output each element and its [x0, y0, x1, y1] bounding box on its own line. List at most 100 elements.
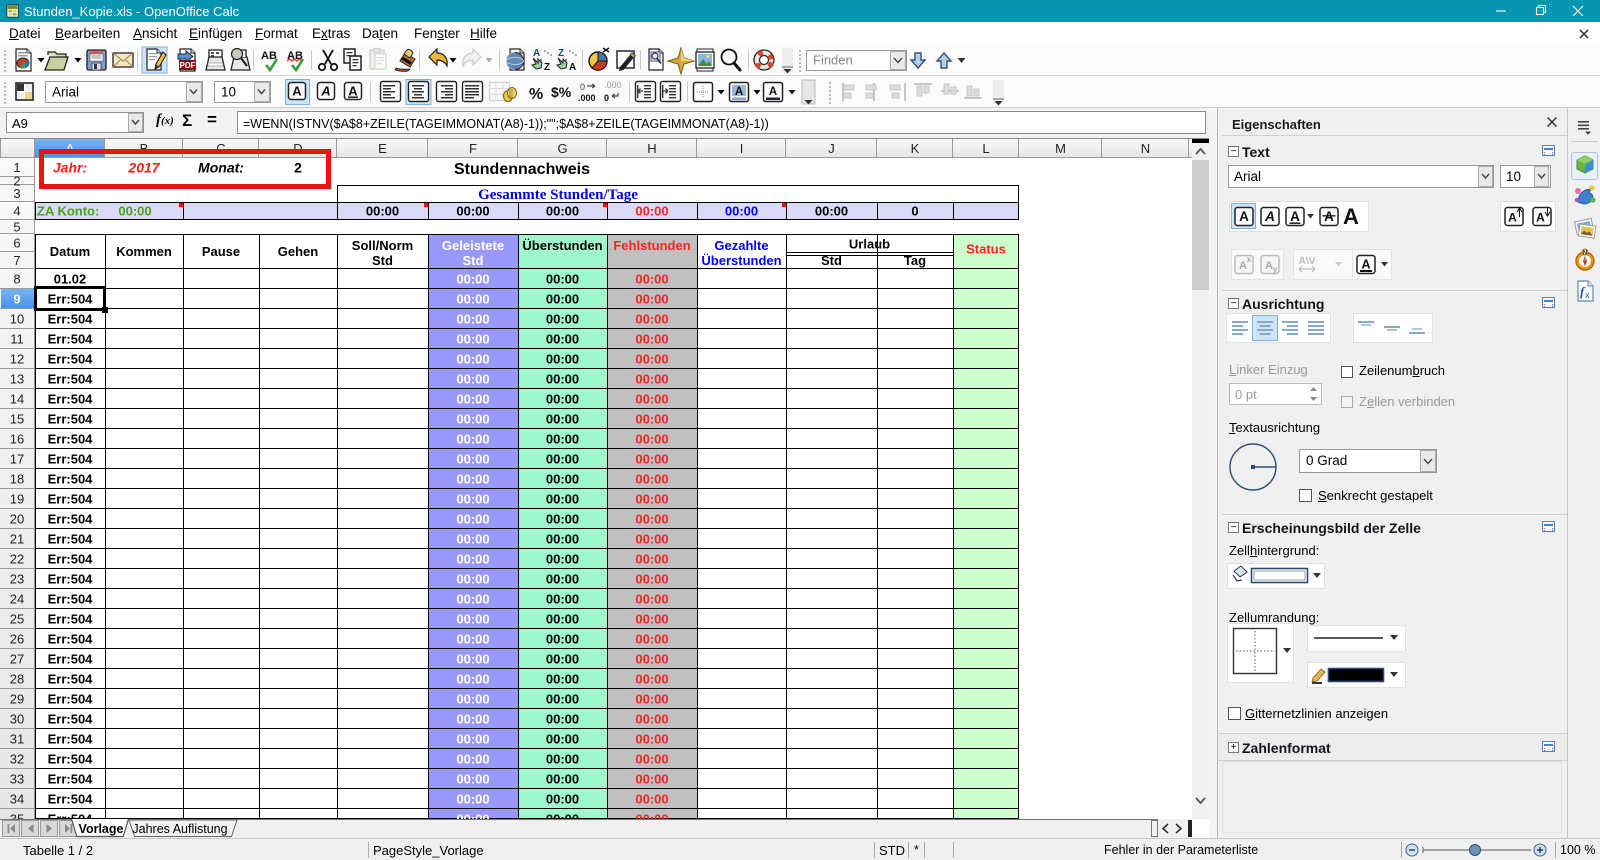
svg-text:00:00: 00:00 [456, 452, 489, 467]
svg-text:y: y [1273, 265, 1278, 274]
svg-text:Err:504: Err:504 [48, 412, 94, 427]
svg-text:Err:504: Err:504 [48, 632, 94, 647]
svg-text:00:00: 00:00 [546, 272, 579, 287]
svg-text:01.02: 01.02 [54, 272, 87, 287]
svg-text:Err:504: Err:504 [48, 392, 94, 407]
svg-text:Geleistete: Geleistete [442, 238, 504, 253]
svg-text:Std: Std [372, 253, 393, 268]
svg-text:26: 26 [10, 632, 24, 647]
svg-text:00:00: 00:00 [546, 532, 579, 547]
svg-text:00:00: 00:00 [546, 692, 579, 707]
svg-text:N: N [1583, 251, 1587, 257]
svg-text:A: A [292, 84, 302, 99]
svg-text:00:00: 00:00 [635, 612, 668, 627]
svg-text:00:00: 00:00 [546, 392, 579, 407]
svg-text:00:00: 00:00 [456, 352, 489, 367]
svg-text:x: x [1247, 255, 1252, 264]
svg-text:Z: Z [558, 48, 564, 59]
svg-text:00:00: 00:00 [546, 592, 579, 607]
svg-text:Err:504: Err:504 [48, 292, 94, 307]
svg-text:00:00: 00:00 [456, 792, 489, 807]
svg-text:27: 27 [10, 652, 24, 667]
svg-text:00:00: 00:00 [546, 632, 579, 647]
svg-text:00:00: 00:00 [635, 652, 668, 667]
svg-text:20: 20 [10, 512, 24, 527]
svg-text:Err:504: Err:504 [48, 692, 94, 707]
svg-text:30: 30 [10, 712, 24, 727]
svg-text:Kommen: Kommen [116, 244, 172, 259]
svg-text:Fehlstunden: Fehlstunden [613, 238, 690, 253]
svg-text:00:00: 00:00 [546, 732, 579, 747]
svg-text:x: x [1585, 290, 1590, 300]
svg-text:0: 0 [604, 93, 609, 103]
svg-text:Err:504: Err:504 [48, 712, 94, 727]
svg-text:00:00: 00:00 [546, 612, 579, 627]
svg-text:Err:504: Err:504 [48, 552, 94, 567]
svg-text:PDF: PDF [180, 61, 196, 70]
svg-text:Err:504: Err:504 [48, 472, 94, 487]
svg-text:00:00: 00:00 [635, 372, 668, 387]
svg-text:00:00: 00:00 [456, 612, 489, 627]
svg-text:0: 0 [911, 204, 918, 219]
svg-text:25: 25 [10, 612, 24, 627]
svg-text:00:00: 00:00 [456, 772, 489, 787]
svg-text:Überstunden: Überstunden [522, 238, 602, 253]
svg-text:00:00: 00:00 [456, 292, 489, 307]
svg-text:N: N [1141, 141, 1150, 156]
svg-text:A: A [533, 48, 540, 59]
svg-text:00:00: 00:00 [456, 652, 489, 667]
svg-text:$%: $% [551, 84, 572, 100]
svg-text:00:00: 00:00 [456, 412, 489, 427]
svg-text:Überstunden: Überstunden [701, 253, 781, 268]
svg-text:00:00: 00:00 [546, 332, 579, 347]
svg-text:00:00: 00:00 [456, 572, 489, 587]
svg-text:E: E [378, 141, 387, 156]
svg-text:Stundennachweis: Stundennachweis [454, 161, 590, 178]
svg-text:00:00: 00:00 [456, 752, 489, 767]
svg-text:A: A [1239, 209, 1249, 224]
svg-text:33: 33 [10, 772, 24, 787]
svg-text:5: 5 [13, 220, 20, 235]
svg-text:00:00: 00:00 [635, 452, 668, 467]
svg-text:%: % [529, 86, 543, 103]
svg-text:00:00: 00:00 [546, 672, 579, 687]
svg-text:19: 19 [10, 492, 24, 507]
svg-text:Err:504: Err:504 [48, 592, 94, 607]
svg-text:0: 0 [580, 82, 585, 92]
svg-text:00:00: 00:00 [635, 692, 668, 707]
svg-text:00:00: 00:00 [456, 204, 489, 219]
svg-text:22: 22 [10, 552, 24, 567]
svg-text:00:00: 00:00 [546, 372, 579, 387]
svg-text:21: 21 [10, 532, 24, 547]
svg-text:00:00: 00:00 [456, 732, 489, 747]
svg-text:00:00: 00:00 [635, 732, 668, 747]
svg-text:Err:504: Err:504 [48, 452, 94, 467]
svg-text:00:00: 00:00 [546, 792, 579, 807]
svg-text:00:00: 00:00 [635, 532, 668, 547]
svg-text:Err:504: Err:504 [48, 812, 94, 819]
svg-text:.000: .000 [604, 80, 622, 90]
svg-text:00:00: 00:00 [635, 792, 668, 807]
svg-text:M: M [1055, 141, 1066, 156]
svg-text:11: 11 [10, 332, 24, 347]
svg-text:00:00: 00:00 [546, 432, 579, 447]
svg-text:00:00: 00:00 [456, 672, 489, 687]
svg-text:00:00: 00:00 [635, 512, 668, 527]
svg-text:32: 32 [10, 752, 24, 767]
svg-text:Datum: Datum [50, 244, 90, 259]
svg-text:Err:504: Err:504 [48, 372, 94, 387]
svg-text:00:00: 00:00 [635, 592, 668, 607]
svg-text:00:00: 00:00 [546, 452, 579, 467]
svg-text:34: 34 [10, 792, 24, 807]
svg-text:00:00: 00:00 [546, 512, 579, 527]
svg-text:00:00: 00:00 [635, 472, 668, 487]
svg-text:00:00: 00:00 [635, 332, 668, 347]
svg-text:00:00: 00:00 [546, 312, 579, 327]
svg-text:00:00: 00:00 [635, 292, 668, 307]
svg-text:10: 10 [221, 85, 236, 100]
svg-text:A: A [735, 86, 743, 98]
svg-text:G: G [557, 141, 567, 156]
svg-text:00:00: 00:00 [456, 512, 489, 527]
svg-text:A\V: A\V [1299, 256, 1316, 267]
svg-text:00:00: 00:00 [635, 432, 668, 447]
